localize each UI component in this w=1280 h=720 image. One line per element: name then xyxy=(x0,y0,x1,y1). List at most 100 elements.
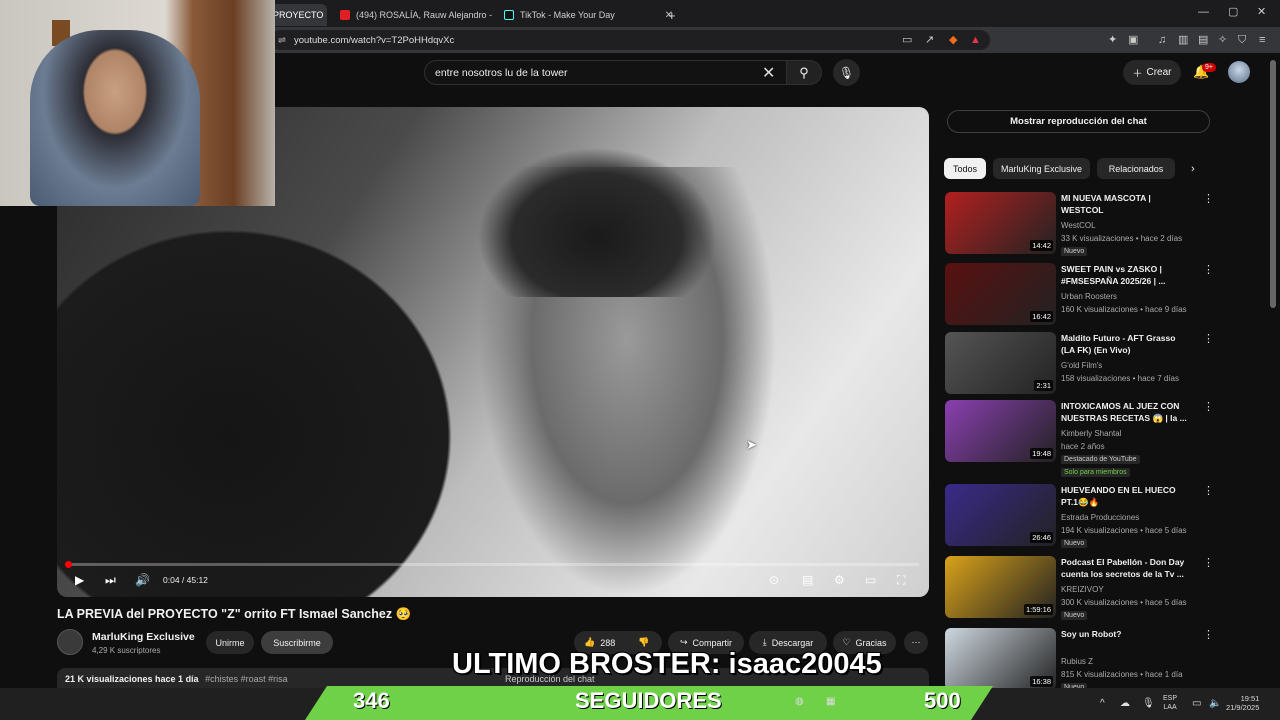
minimize-icon[interactable]: — xyxy=(1198,6,1209,18)
wallet-icon[interactable]: ▤ xyxy=(1198,34,1208,46)
recommendation-channel[interactable]: Estrada Producciones xyxy=(1061,513,1139,522)
speaker-icon[interactable]: 🔈 xyxy=(1209,698,1221,709)
tray-chevron-up-icon[interactable]: ^ xyxy=(1100,698,1105,709)
recommendation-channel[interactable]: Rubius Z xyxy=(1061,657,1093,666)
autoplay-toggle-icon[interactable]: ⊙ xyxy=(769,573,779,587)
recommendation-channel[interactable]: G'old Film's xyxy=(1061,361,1102,370)
cast-icon[interactable]: ▭ xyxy=(902,34,912,46)
more-options-icon[interactable]: ⋮ xyxy=(1203,263,1214,276)
recommendation-title[interactable]: HUEVEANDO EN EL HUECO PT.1😂🔥 xyxy=(1061,484,1191,508)
thanks-icon: ♡ xyxy=(842,637,851,647)
recommendation-title[interactable]: Maldito Futuro - AFT Grasso (LA FK) (En … xyxy=(1061,332,1191,356)
recommendation-item[interactable]: 19:48 INTOXICAMOS AL JUEZ CON NUESTRAS RE… xyxy=(945,400,1265,477)
video-thumbnail[interactable]: 19:48 xyxy=(945,400,1056,462)
ai-icon[interactable]: ✧ xyxy=(1218,34,1227,46)
recommendation-title[interactable]: SWEET PAIN vs ZASKO | #FMSESPAÑA 2025/26… xyxy=(1061,263,1191,287)
brave-rewards-icon[interactable]: ▲ xyxy=(970,34,981,46)
more-options-icon[interactable]: ⋮ xyxy=(1203,484,1214,497)
recommendation-item[interactable]: 16:38 Soy un Robot? Rubius Z 815 K visualiz… xyxy=(945,628,1265,692)
channel-avatar[interactable] xyxy=(57,629,83,655)
more-options-icon[interactable]: ⋮ xyxy=(1203,556,1214,569)
mic-tray-icon[interactable]: 🎙 xyxy=(1142,698,1155,709)
maximize-icon[interactable]: ▢ xyxy=(1228,6,1238,18)
recommendation-item[interactable]: 1:59:16 Podcast El Pabellón - Don Day cue… xyxy=(945,556,1265,620)
menu-icon[interactable]: ≡ xyxy=(1259,34,1265,46)
vpn-icon[interactable]: ⛉ xyxy=(1238,34,1246,46)
video-thumbnail[interactable]: 14:42 xyxy=(945,192,1056,254)
recommendation-title[interactable]: Podcast El Pabellón - Don Day cuenta los… xyxy=(1061,556,1191,580)
search-button[interactable]: ⚲ xyxy=(786,60,822,85)
media-icon[interactable]: ♫ xyxy=(1158,34,1166,46)
fullscreen-icon[interactable]: ⛶ xyxy=(897,573,905,587)
new-tab-button[interactable]: + xyxy=(660,4,680,26)
join-button[interactable]: Unirme xyxy=(206,631,254,654)
screenshot-icon[interactable]: ▣ xyxy=(1128,34,1138,46)
voice-search-button[interactable]: 🎙 xyxy=(833,59,860,86)
video-frame-shape xyxy=(57,197,487,597)
video-progress-bar[interactable] xyxy=(67,563,919,566)
theater-mode-icon[interactable]: ▭ xyxy=(865,573,876,587)
more-options-icon[interactable]: ⋮ xyxy=(1203,628,1214,641)
recommendation-title[interactable]: INTOXICAMOS AL JUEZ CON NUESTRAS RECETAS… xyxy=(1061,400,1191,424)
chip-channel[interactable]: MarluKing Exclusive xyxy=(993,158,1090,179)
volume-icon[interactable]: 🔊 xyxy=(135,573,150,587)
next-icon[interactable]: ⏭ xyxy=(105,573,116,587)
subtitles-icon[interactable]: ▤ xyxy=(802,573,813,587)
tab-tiktok[interactable]: TikTok - Make Your Day ✕ xyxy=(496,4,681,26)
like-icon[interactable]: 👍 xyxy=(584,637,595,648)
language-indicator[interactable]: ESP LAA xyxy=(1163,694,1177,712)
subscribe-button[interactable]: Suscribirme xyxy=(261,631,333,654)
video-thumbnail[interactable]: 1:59:16 xyxy=(945,556,1056,618)
extensions-icon[interactable]: ✦ xyxy=(1108,34,1117,46)
more-actions-button[interactable]: ⋯ xyxy=(904,631,928,654)
chevron-right-icon[interactable]: › xyxy=(1191,163,1195,175)
chip-related[interactable]: Relacionados xyxy=(1097,158,1175,179)
channel-name[interactable]: MarluKing Exclusive xyxy=(92,631,195,643)
share-page-icon[interactable]: ↗ xyxy=(925,34,934,46)
video-thumbnail[interactable]: 2:31 xyxy=(945,332,1056,394)
recommendation-item[interactable]: 16:42 SWEET PAIN vs ZASKO | #FMSESPAÑA 20… xyxy=(945,263,1265,327)
recommendation-channel[interactable]: Kimberly Shantal xyxy=(1061,429,1121,438)
recommendation-title[interactable]: MI NUEVA MASCOTA | WESTCOL xyxy=(1061,192,1191,216)
network-icon[interactable]: ▭ xyxy=(1192,698,1201,709)
account-avatar[interactable] xyxy=(1228,61,1250,83)
site-info-icon[interactable]: ⇌ xyxy=(278,35,286,46)
clear-search-icon[interactable]: ✕ xyxy=(762,63,775,83)
taskbar-app-icon[interactable]: ▦ xyxy=(826,696,835,707)
search-input[interactable]: entre nosotros lu de la tower xyxy=(424,60,788,85)
recommendation-item[interactable]: 14:42 MI NUEVA MASCOTA | WESTCOL WestCOL 33… xyxy=(945,192,1265,256)
chip-all[interactable]: Todos xyxy=(944,158,986,179)
tab-rosalia[interactable]: (494) ROSALÍA, Rauw Alejandro - BE ✕ xyxy=(332,4,492,26)
view-stats: 21 K visualizaciones hace 1 día xyxy=(65,674,199,684)
more-options-icon[interactable]: ⋮ xyxy=(1203,400,1214,413)
video-thumbnail[interactable]: 16:42 xyxy=(945,263,1056,325)
video-thumbnail[interactable]: 26:46 xyxy=(945,484,1056,546)
clock-date: 21/9/2025 xyxy=(1226,703,1260,712)
dislike-icon[interactable]: 👎 xyxy=(638,637,649,648)
sidebar-icon[interactable]: ▥ xyxy=(1178,34,1188,46)
recommendation-channel[interactable]: WestCOL xyxy=(1061,221,1096,230)
play-icon[interactable]: ▶ xyxy=(75,573,84,587)
brave-shield-icon[interactable]: ◆ xyxy=(949,34,957,46)
scrubber-handle[interactable] xyxy=(65,561,72,568)
recommendation-title[interactable]: Soy un Robot? xyxy=(1061,628,1191,640)
recommendation-item[interactable]: 26:46 HUEVEANDO EN EL HUECO PT.1😂🔥 Estrada… xyxy=(945,484,1265,548)
recommendation-channel[interactable]: KREIZIVOY xyxy=(1061,585,1104,594)
create-button[interactable]: ＋ Crear xyxy=(1123,60,1181,85)
show-chat-replay-button[interactable]: Mostrar reproducción del chat xyxy=(947,110,1210,133)
more-options-icon[interactable]: ⋮ xyxy=(1203,332,1214,345)
hashtags[interactable]: #chistes #roast #risa xyxy=(205,674,288,684)
taskbar-app-icon[interactable]: ◍ xyxy=(795,696,804,707)
more-options-icon[interactable]: ⋮ xyxy=(1203,192,1214,205)
video-thumbnail[interactable]: 16:38 xyxy=(945,628,1056,690)
tab-label: TikTok - Make Your Day xyxy=(520,10,615,20)
like-count: 288 xyxy=(600,637,616,648)
cloud-icon[interactable]: ☁ xyxy=(1120,698,1130,709)
recommendation-channel[interactable]: Urban Roosters xyxy=(1061,292,1117,301)
taskbar-clock[interactable]: 19:51 21/9/2025 xyxy=(1226,694,1259,712)
scrollbar[interactable] xyxy=(1270,60,1276,308)
settings-gear-icon[interactable]: ⚙ xyxy=(834,573,845,587)
close-window-icon[interactable]: ✕ xyxy=(1257,6,1266,18)
url-field[interactable]: ⇌ youtube.com/watch?v=T2PoHHdqvXc xyxy=(270,30,990,50)
recommendation-item[interactable]: 2:31 Maldito Futuro - AFT Grasso (LA FK) … xyxy=(945,332,1265,396)
